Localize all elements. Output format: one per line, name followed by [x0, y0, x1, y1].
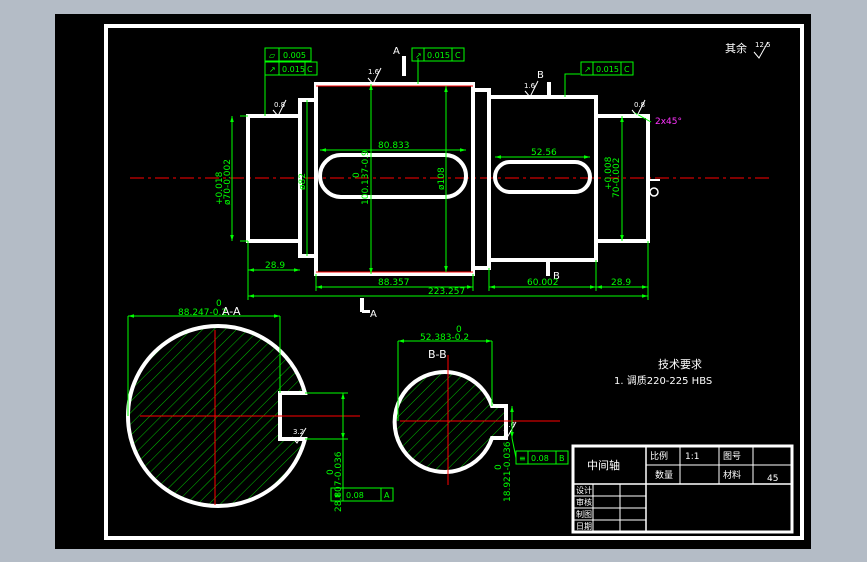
tol-symbol-3: ↗: [415, 51, 422, 60]
tol-value-3: 0.015: [427, 51, 450, 60]
section-b-top-lower: 52.383-0.2: [420, 333, 469, 343]
tol-symbol-2: ↗: [269, 65, 276, 74]
dim-right-step-length: 60.002: [527, 278, 559, 288]
engineering-drawing: 0.8 1.6 1.6 0.8 12.5 3.2 1.6 其余 ▱ 0.005 …: [55, 14, 811, 549]
title-scale-label: 比例: [650, 450, 668, 462]
dim-keyway-length-right: 52.56: [531, 148, 557, 158]
tol-datum-4: C: [624, 65, 630, 74]
roughness-value-3: 1.6: [524, 82, 536, 90]
dim-overall-length: 223.257: [428, 287, 465, 297]
tol-value-4: 0.015: [596, 65, 619, 74]
dim-main-length: 88.357: [378, 278, 410, 288]
dim-shoulder-diameter: ø82: [298, 173, 308, 190]
dim-right-end-length: 28.9: [611, 278, 631, 288]
title-scale-value: 1:1: [685, 452, 699, 462]
roughness-value-section-a: 3.2: [293, 428, 304, 436]
section-a-title: A-A: [222, 305, 241, 318]
dim-main-diameter: ø108: [437, 167, 447, 190]
tol-symbol-b: ≡: [519, 454, 526, 463]
title-reviewer-label: 审核: [576, 497, 592, 507]
dim-keyway-width-lower: 100.137-0.9: [361, 150, 371, 205]
title-date-label: 日期: [576, 522, 592, 531]
section-a-top-lower: 88.247-0.2: [178, 308, 227, 318]
tol-datum-a: A: [384, 491, 390, 500]
section-a-side-lower: 28.807-0.036: [334, 451, 344, 512]
roughness-value-other: 12.5: [755, 41, 771, 49]
tol-value-1: 0.005: [283, 51, 306, 60]
tech-requirements-heading: 技术要求: [658, 358, 702, 371]
title-material-value: 45: [767, 474, 778, 484]
tol-value-a: 0.08: [346, 491, 364, 500]
tol-value-b: 0.08: [531, 454, 549, 463]
dim-left-diameter-lower: ø70-0.002: [223, 159, 233, 205]
section-b-side-lower: 18.921-0.036: [503, 441, 513, 502]
tech-requirements-item-1: 1. 调质220-225 HBS: [614, 375, 712, 387]
title-drafter-label: 制图: [576, 509, 592, 519]
tol-symbol-4: ↗: [584, 65, 591, 74]
roughness-value-1: 0.8: [274, 101, 285, 109]
roughness-value-4: 0.8: [634, 101, 645, 109]
title-material-label: 材料: [723, 469, 741, 481]
tol-datum-b: B: [559, 454, 565, 463]
dim-chamfer: 2x45°: [655, 117, 682, 127]
roughness-other-label: 其余: [725, 41, 747, 55]
dim-left-step-length: 28.9: [265, 261, 285, 271]
dim-keyway-length-left: 80.833: [378, 141, 410, 151]
cut-label-a-top: A: [393, 46, 400, 57]
title-part-name: 中间轴: [587, 458, 620, 472]
cut-label-a-bottom: A: [370, 309, 377, 320]
section-b-title: B-B: [428, 348, 447, 361]
cut-label-b-top: B: [537, 70, 544, 81]
tol-symbol-1: ▱: [269, 51, 276, 60]
title-drawing-no-label: 图号: [723, 451, 741, 462]
dim-right-diameter-lower: 70-0.002: [612, 158, 622, 198]
tol-value-2: 0.015: [282, 65, 305, 74]
tol-datum-3: C: [455, 51, 461, 60]
tol-datum-2: C: [307, 65, 313, 74]
roughness-value-2: 1.6: [368, 68, 380, 76]
title-designer-label: 设计: [576, 485, 592, 495]
title-quantity-label: 数量: [655, 469, 673, 481]
